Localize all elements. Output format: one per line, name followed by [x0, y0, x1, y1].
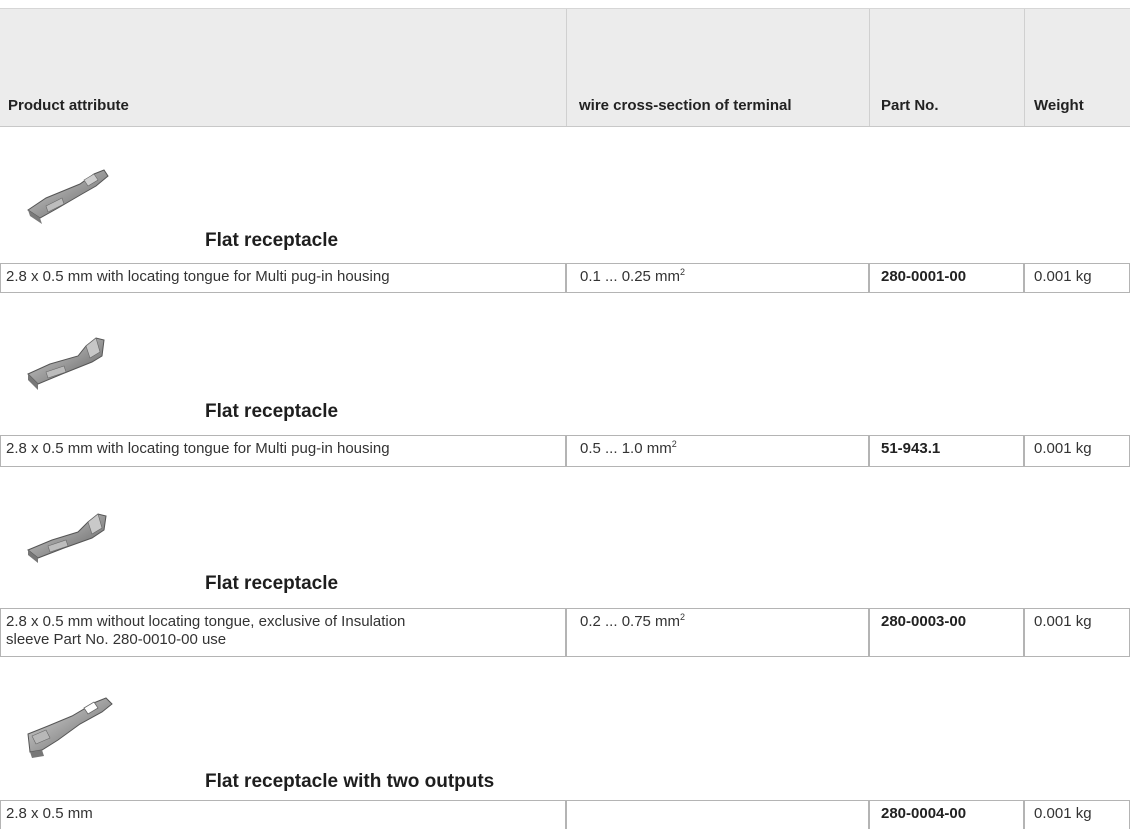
table-row: 2.8 x 0.5 mm without locating tongue, ex…	[0, 608, 1130, 657]
table-row: 2.8 x 0.5 mm with locating tongue for Mu…	[0, 435, 1130, 467]
product-title: Flat receptacle	[205, 230, 339, 251]
weight-value: 0.001 kg	[1024, 608, 1130, 657]
header-weight: Weight	[1034, 97, 1084, 114]
header-col-weight: Weight	[1024, 9, 1131, 126]
product-title: Flat receptacle	[205, 401, 339, 422]
weight-value: 0.001 kg	[1024, 800, 1130, 829]
weight-value: 0.001 kg	[1024, 263, 1130, 293]
wire-cross-section-value: 0.1 ... 0.25 mm2	[566, 263, 869, 293]
product-description: 2.8 x 0.5 mm with locating tongue for Mu…	[0, 435, 566, 467]
weight-value: 0.001 kg	[1024, 435, 1130, 467]
product-block: Flat receptacle	[0, 126, 1130, 263]
flat-receptacle-image	[27, 337, 105, 390]
part-number: 280-0004-00	[869, 800, 1024, 829]
table-header: Product attribute wire cross-section of …	[0, 8, 1130, 127]
part-number: 280-0001-00	[869, 263, 1024, 293]
header-col-wire: wire cross-section of terminal	[566, 9, 870, 126]
wire-cross-section-value: 0.5 ... 1.0 mm2	[566, 435, 869, 467]
product-title: Flat receptacle	[205, 573, 339, 594]
product-description: 2.8 x 0.5 mm without locating tongue, ex…	[0, 608, 566, 657]
product-block: Flat receptacle	[0, 293, 1130, 435]
product-description: 2.8 x 0.5 mm with locating tongue for Mu…	[0, 263, 566, 293]
header-col-part-no: Part No.	[869, 9, 1025, 126]
product-description-line: sleeve Part No. 280-0010-00 use	[6, 631, 227, 648]
wire-cross-section-value	[566, 800, 869, 829]
part-number: 280-0003-00	[869, 608, 1024, 657]
product-description-line: 2.8 x 0.5 mm without locating tongue, ex…	[6, 613, 406, 630]
product-block: Flat receptacle with two outputs	[0, 657, 1130, 800]
header-product-attribute: Product attribute	[8, 97, 129, 114]
part-number: 51-943.1	[869, 435, 1024, 467]
flat-receptacle-image	[27, 513, 107, 563]
wire-cross-section-value: 0.2 ... 0.75 mm2	[566, 608, 869, 657]
table-row: 2.8 x 0.5 mm with locating tongue for Mu…	[0, 263, 1130, 293]
flat-receptacle-two-outputs-image	[27, 697, 113, 758]
header-wire-cross-section: wire cross-section of terminal	[579, 97, 792, 114]
product-description: 2.8 x 0.5 mm	[0, 800, 566, 829]
header-part-no: Part No.	[881, 97, 939, 114]
header-col-product-attribute: Product attribute	[0, 9, 566, 126]
flat-receptacle-image	[27, 169, 109, 224]
product-block: Flat receptacle	[0, 467, 1130, 608]
table-row: 2.8 x 0.5 mm 280-0004-00 0.001 kg	[0, 800, 1130, 829]
product-title: Flat receptacle with two outputs	[205, 771, 495, 792]
